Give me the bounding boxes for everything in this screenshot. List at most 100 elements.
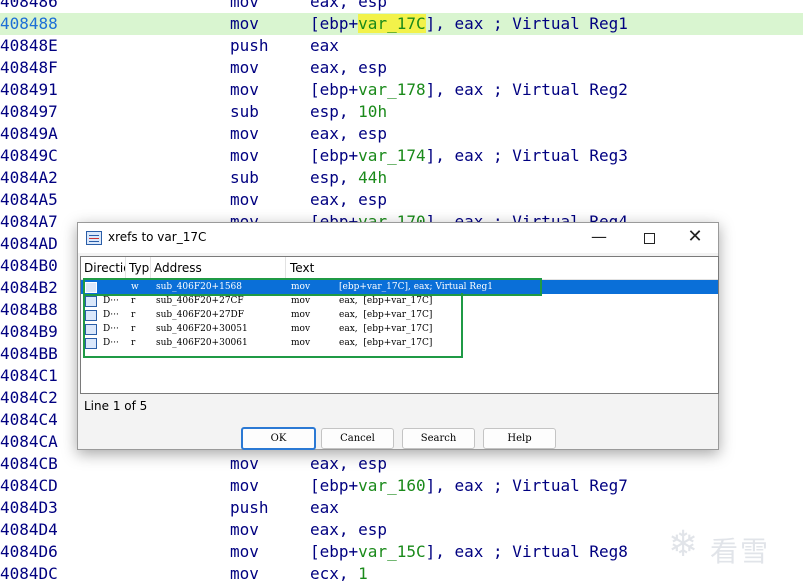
variable-ref[interactable]: var_17C bbox=[358, 14, 426, 33]
line-mnemonic: mov bbox=[230, 564, 259, 583]
line-operands: [ebp+var_160], eax ; Virtual Reg7 bbox=[310, 475, 628, 497]
line-address: 4084C2 bbox=[0, 388, 58, 407]
operand-text: eax, esp bbox=[310, 58, 388, 77]
listing-line[interactable]: 40849A mov eax, esp bbox=[0, 123, 803, 145]
line-operands: ecx, 1 bbox=[310, 563, 368, 585]
line-operands: eax, esp bbox=[310, 189, 387, 211]
line-mnemonic: mov bbox=[230, 0, 259, 11]
column-header-text[interactable]: Text bbox=[286, 257, 718, 279]
variable-ref[interactable]: var_174 bbox=[358, 146, 425, 165]
xref-window-icon bbox=[86, 231, 102, 245]
cancel-button[interactable]: Cancel bbox=[321, 428, 394, 449]
line-address: 4084A7 bbox=[0, 212, 58, 231]
snowflake-icon: ❄ bbox=[668, 524, 699, 565]
operand-text: eax, esp bbox=[310, 124, 388, 143]
listing-line[interactable]: 40849C mov [ebp+var_174], eax ; Virtual Re… bbox=[0, 145, 803, 167]
watermark: ❄ 看雪 bbox=[668, 522, 788, 572]
line-address: 4084D4 bbox=[0, 520, 58, 539]
column-header-address[interactable]: Address bbox=[151, 257, 286, 279]
operand-text: eax bbox=[310, 36, 339, 55]
line-address: 40848E bbox=[0, 36, 58, 55]
line-mnemonic: push bbox=[230, 498, 269, 517]
variable-ref[interactable]: var_15C bbox=[358, 542, 425, 561]
listing-line[interactable]: 40848F mov eax, esp bbox=[0, 57, 803, 79]
listing-line[interactable]: 4084CD mov [ebp+var_160], eax ; Virtual Re… bbox=[0, 475, 803, 497]
operand-text: [ebp+ bbox=[310, 80, 359, 99]
operand-text: ], eax ; Virtual Reg3 bbox=[425, 146, 628, 165]
list-header: Directio Typ Address Text bbox=[81, 257, 718, 280]
line-address: 4084D3 bbox=[0, 498, 58, 517]
listing-line[interactable]: 408497 sub esp, 10h bbox=[0, 101, 803, 123]
operand-text[interactable]: 10h bbox=[358, 102, 387, 121]
maximize-button[interactable] bbox=[626, 223, 672, 253]
line-operands: [ebp+var_178], eax ; Virtual Reg2 bbox=[310, 79, 628, 101]
line-address: 4084A5 bbox=[0, 190, 58, 209]
search-button[interactable]: Search bbox=[402, 428, 475, 449]
operand-text: esp, bbox=[310, 102, 359, 121]
variable-ref[interactable]: var_178 bbox=[358, 80, 425, 99]
line-operands: [ebp+var_174], eax ; Virtual Reg3 bbox=[310, 145, 628, 167]
line-address: 408488 bbox=[0, 14, 58, 33]
operand-text: eax bbox=[310, 498, 339, 517]
listing-line[interactable]: 40848E push eax bbox=[0, 35, 803, 57]
operand-text: ], eax ; Virtual Reg7 bbox=[425, 476, 628, 495]
operand-text: [ebp+ bbox=[310, 542, 359, 561]
close-button[interactable]: ✕ bbox=[672, 223, 718, 253]
operand-text: [ebp+ bbox=[310, 476, 359, 495]
operand-text: eax, esp bbox=[310, 520, 388, 539]
line-address: 4084B2 bbox=[0, 278, 58, 297]
dialog-titlebar[interactable]: xrefs to var_17C — ✕ bbox=[78, 223, 718, 253]
minimize-button[interactable]: — bbox=[576, 223, 622, 253]
line-address: 4084D6 bbox=[0, 542, 58, 561]
listing-line[interactable]: 408491 mov [ebp+var_178], eax ; Virtual Re… bbox=[0, 79, 803, 101]
annotation-box-reads bbox=[83, 293, 463, 358]
line-address: 40848F bbox=[0, 58, 58, 77]
line-address: 4084CD bbox=[0, 476, 58, 495]
line-mnemonic: mov bbox=[230, 146, 259, 165]
line-address: 4084AD bbox=[0, 234, 58, 253]
line-operands: [ebp+var_15C], eax ; Virtual Reg8 bbox=[310, 541, 628, 563]
column-header-type[interactable]: Typ bbox=[126, 257, 151, 279]
listing-line[interactable]: 408486 mov eax, esp bbox=[0, 0, 803, 13]
line-address: 408491 bbox=[0, 80, 58, 99]
listing-line[interactable]: 4084CB mov eax, esp bbox=[0, 453, 803, 475]
status-line: Line 1 of 5 bbox=[84, 399, 148, 413]
operand-text: ], eax ; Virtual Reg1 bbox=[425, 14, 628, 33]
line-address: 4084A2 bbox=[0, 168, 58, 187]
line-operands: esp, 10h bbox=[310, 101, 387, 123]
operand-text[interactable]: 1 bbox=[358, 564, 368, 583]
line-address: 40849C bbox=[0, 146, 58, 165]
operand-text: ], eax ; Virtual Reg2 bbox=[425, 80, 628, 99]
operand-text: eax, esp bbox=[310, 0, 388, 11]
listing-line[interactable]: 4084A5 mov eax, esp bbox=[0, 189, 803, 211]
line-address: 4084C1 bbox=[0, 366, 58, 385]
help-button[interactable]: Help bbox=[483, 428, 556, 449]
operand-text: ecx, bbox=[310, 564, 359, 583]
operand-text[interactable]: 44h bbox=[358, 168, 387, 187]
line-address: 4084BB bbox=[0, 344, 58, 363]
listing-line[interactable]: 4084A2 sub esp, 44h bbox=[0, 167, 803, 189]
line-mnemonic: mov bbox=[230, 80, 259, 99]
variable-ref[interactable]: var_160 bbox=[358, 476, 425, 495]
line-mnemonic: mov bbox=[230, 542, 259, 561]
line-operands: eax, esp bbox=[310, 0, 387, 13]
line-operands: [ebp+var_17C], eax ; Virtual Reg1 bbox=[310, 13, 628, 35]
column-header-direction[interactable]: Directio bbox=[81, 257, 126, 279]
listing-line[interactable]: 4084D3 push eax bbox=[0, 497, 803, 519]
listing-line[interactable]: 408488 mov [ebp+var_17C], eax ; Virtual Re… bbox=[0, 13, 803, 35]
line-mnemonic: sub bbox=[230, 102, 259, 121]
line-address: 4084C4 bbox=[0, 410, 58, 429]
operand-text: eax, esp bbox=[310, 454, 388, 473]
line-mnemonic: mov bbox=[230, 124, 259, 143]
line-mnemonic: mov bbox=[230, 520, 259, 539]
operand-text: esp, bbox=[310, 168, 359, 187]
line-operands: eax, esp bbox=[310, 57, 387, 79]
line-mnemonic: push bbox=[230, 36, 269, 55]
operand-text: [ebp+ bbox=[310, 146, 359, 165]
line-operands: esp, 44h bbox=[310, 167, 387, 189]
ok-button[interactable]: OK bbox=[241, 427, 316, 450]
line-mnemonic: mov bbox=[230, 476, 259, 495]
operand-text: eax, esp bbox=[310, 190, 388, 209]
line-mnemonic: mov bbox=[230, 454, 259, 473]
line-address: 4084B9 bbox=[0, 322, 58, 341]
